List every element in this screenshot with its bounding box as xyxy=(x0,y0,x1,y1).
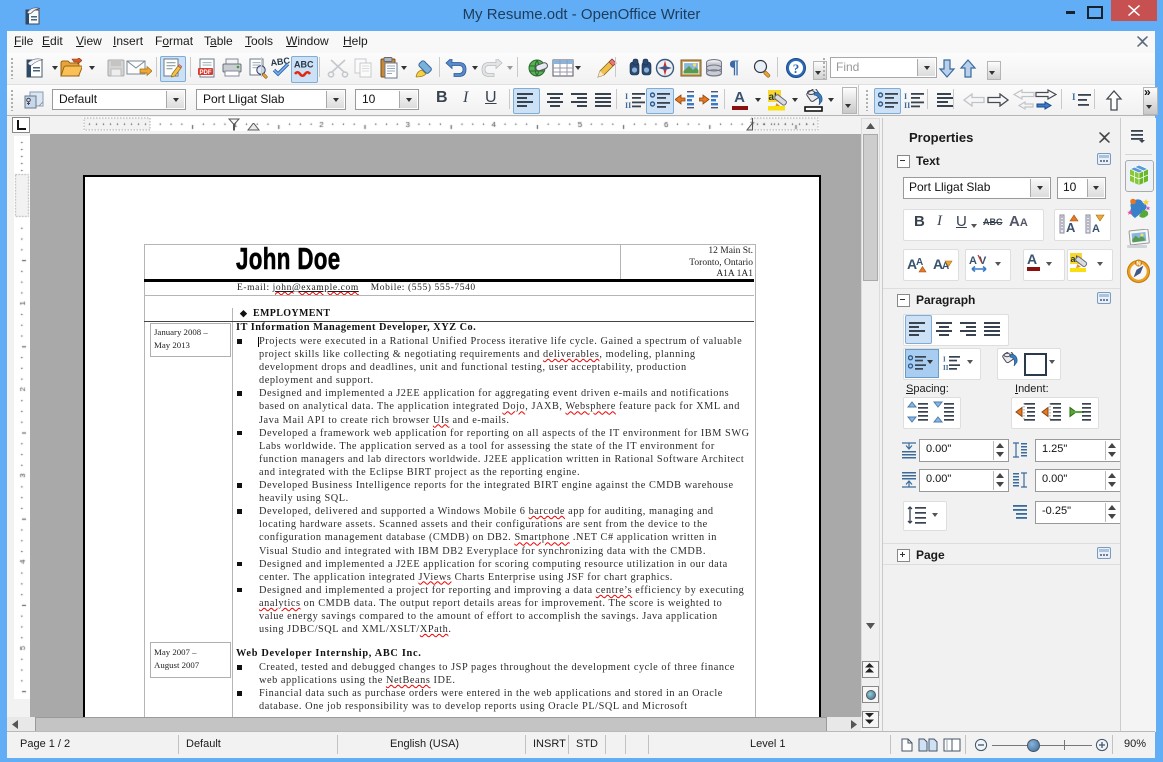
svg-text:A: A xyxy=(1092,223,1100,235)
svg-text:PDF: PDF xyxy=(200,70,212,76)
svg-text:I: I xyxy=(943,356,946,364)
svg-text:A: A xyxy=(1066,220,1076,235)
svg-text:II: II xyxy=(904,101,910,108)
svg-text:A: A xyxy=(969,255,977,267)
svg-text:N: N xyxy=(1136,261,1140,267)
svg-text:A: A xyxy=(916,257,923,268)
svg-text:II: II xyxy=(943,364,949,370)
svg-text:ABC: ABC xyxy=(294,60,314,70)
svg-text:I: I xyxy=(625,92,628,101)
svg-text:?: ? xyxy=(793,61,800,76)
svg-text:II: II xyxy=(625,101,631,108)
svg-text:I: I xyxy=(904,92,907,101)
svg-text:V: V xyxy=(979,255,987,267)
svg-text:I: I xyxy=(1072,92,1076,102)
